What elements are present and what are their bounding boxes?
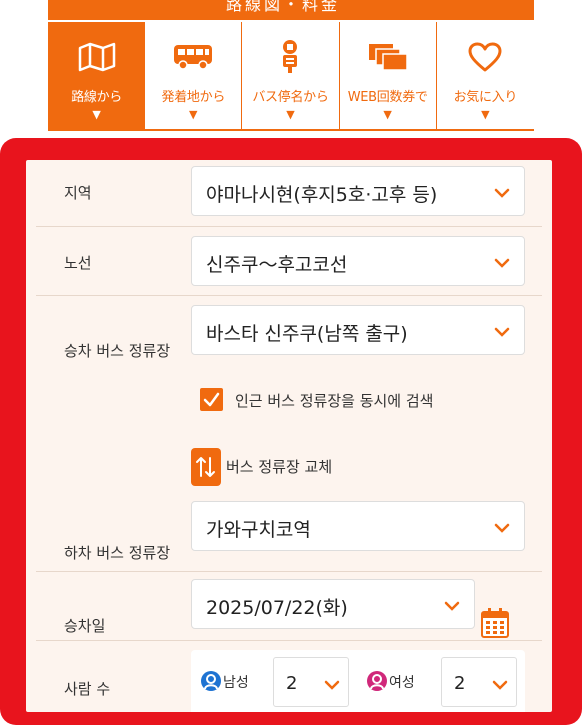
- divider: [36, 226, 542, 227]
- passenger-count-box: 남성 2 여성 2: [191, 650, 525, 712]
- chevron-down-icon: [494, 184, 510, 203]
- checkmark-icon: [203, 392, 220, 407]
- female-count-value: 2: [454, 673, 466, 694]
- map-icon: [78, 40, 116, 74]
- male-label: 남성: [223, 675, 249, 691]
- divider: [36, 640, 542, 641]
- tab-route[interactable]: 路線から ▼: [48, 22, 146, 131]
- header-bar: 路線図・料金: [48, 0, 534, 20]
- chevron-down-icon: ▼: [286, 108, 295, 121]
- route-value: 신주쿠～후고코선: [206, 254, 348, 276]
- tickets-icon: [367, 40, 409, 74]
- tab-favorites-label: お気に入り: [453, 90, 518, 105]
- boarding-stop-select[interactable]: 바스타 신주쿠(남쪽 출구): [191, 305, 525, 355]
- female-label: 여성: [389, 675, 415, 691]
- boarding-date-select[interactable]: 2025/07/22(화): [191, 579, 475, 629]
- chevron-down-icon: ▼: [383, 108, 392, 121]
- tab-route-label: 路線から: [71, 90, 122, 105]
- divider: [36, 295, 542, 296]
- passenger-count-label: 사람 수: [64, 680, 111, 698]
- highlight-frame: 지역 야마나시현(후지5호·고후 등) 노선 신주쿠～후고코선 승차 버스 정류…: [0, 138, 582, 725]
- nearby-stops-checkbox[interactable]: [200, 388, 223, 411]
- chevron-down-icon: ▼: [189, 108, 198, 121]
- chevron-down-icon: [494, 519, 510, 538]
- region-select[interactable]: 야마나시현(후지5호·고후 등): [191, 166, 525, 216]
- boarding-date-label: 승차일: [64, 617, 106, 635]
- region-value: 야마나시현(후지5호·고후 등): [206, 184, 438, 206]
- alighting-stop-label: 하차 버스 정류장: [64, 544, 171, 562]
- female-icon: [367, 671, 387, 691]
- female-count-select[interactable]: 2: [441, 657, 517, 707]
- chevron-down-icon: [494, 254, 510, 273]
- male-icon: [201, 671, 221, 691]
- search-tabs: 路線から ▼ 発着地から ▼ バス停名から ▼ WEB回数券で ▼ お気に入り …: [48, 22, 534, 131]
- tab-web-coupon[interactable]: WEB回数券で ▼: [339, 22, 437, 131]
- chevron-down-icon: [324, 676, 340, 695]
- male-count-select[interactable]: 2: [273, 657, 349, 707]
- divider: [36, 571, 542, 572]
- swap-stops-button[interactable]: [191, 448, 221, 486]
- chevron-down-icon: ▼: [92, 108, 101, 121]
- bus-icon: [172, 40, 214, 74]
- boarding-stop-label: 승차 버스 정류장: [64, 342, 171, 360]
- alighting-stop-select[interactable]: 가와구치코역: [191, 501, 525, 551]
- boarding-stop-value: 바스타 신주쿠(남쪽 출구): [206, 323, 408, 345]
- tab-web-coupon-label: WEB回数券で: [347, 90, 428, 105]
- male-count-value: 2: [286, 673, 298, 694]
- tab-origin-destination-label: 発着地から: [161, 90, 226, 105]
- chevron-down-icon: ▼: [481, 108, 490, 121]
- chevron-down-icon: [444, 597, 460, 616]
- tab-origin-destination[interactable]: 発着地から ▼: [145, 22, 243, 131]
- heart-icon: [468, 40, 502, 74]
- alighting-stop-value: 가와구치코역: [206, 519, 311, 541]
- header-title: 路線図・料金: [226, 0, 341, 14]
- calendar-icon[interactable]: [480, 607, 510, 639]
- swap-arrows-icon: [196, 457, 215, 477]
- region-label: 지역: [64, 184, 92, 202]
- tab-bus-stop-name-label: バス停名から: [252, 90, 329, 105]
- boarding-date-value: 2025/07/22(화): [206, 597, 348, 619]
- swap-stops-label[interactable]: 버스 정류장 교체: [226, 456, 332, 477]
- search-form: 지역 야마나시현(후지5호·고후 등) 노선 신주쿠～후고코선 승차 버스 정류…: [26, 160, 552, 712]
- route-select[interactable]: 신주쿠～후고코선: [191, 236, 525, 286]
- bus-stop-icon: [279, 40, 301, 74]
- nearby-stops-checkbox-label[interactable]: 인근 버스 정류장을 동시에 검색: [235, 390, 433, 411]
- route-label: 노선: [64, 254, 92, 272]
- tab-favorites[interactable]: お気に入り ▼: [436, 22, 534, 131]
- chevron-down-icon: [494, 323, 510, 342]
- chevron-down-icon: [492, 676, 508, 695]
- tab-bus-stop-name[interactable]: バス停名から ▼: [242, 22, 340, 131]
